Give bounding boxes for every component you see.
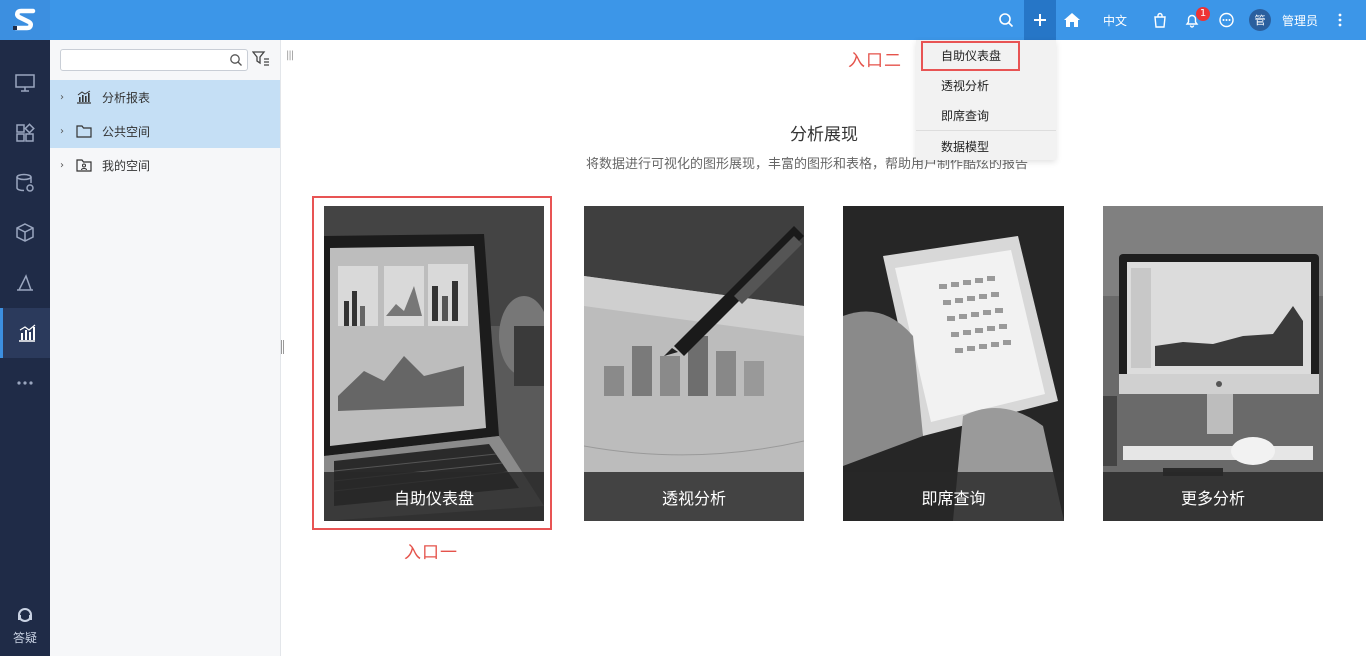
rail-database[interactable] — [0, 158, 50, 208]
language-switch[interactable]: 中文 — [1100, 0, 1130, 40]
tree-search — [60, 49, 248, 71]
help-button[interactable]: 答疑 — [0, 606, 50, 646]
rail-cube[interactable] — [0, 208, 50, 258]
resource-tree-panel: › 分析报表 › 公共空间 › 我的空间 — [50, 40, 281, 656]
card-more-analysis[interactable]: 更多分析 — [1103, 206, 1323, 521]
filter-icon — [251, 51, 269, 66]
app-logo[interactable] — [0, 0, 50, 40]
database-settings-icon — [16, 173, 34, 192]
entry-two-annotation: 入口二 — [848, 51, 902, 71]
analysis-chart-icon — [18, 324, 35, 342]
personal-folder-icon — [76, 158, 96, 172]
chart-icon — [76, 90, 96, 104]
top-search-button[interactable] — [994, 0, 1018, 40]
username-label[interactable]: 管理员 — [1280, 0, 1320, 40]
page-title: 分析展现 — [790, 125, 858, 145]
widgets-icon — [16, 123, 35, 142]
tree-node-label: 分析报表 — [102, 90, 151, 105]
create-new-button[interactable] — [1024, 0, 1056, 40]
chevron-right-icon[interactable]: › — [60, 92, 74, 103]
card-label: 即席查询 — [843, 472, 1064, 521]
tree-node-my-space[interactable]: › 我的空间 — [50, 148, 280, 182]
logo-icon — [13, 8, 36, 31]
ruler-icon — [17, 274, 33, 291]
menu-item-pivot-analysis[interactable]: 透视分析 — [916, 70, 1056, 100]
rail-monitor[interactable] — [0, 58, 50, 108]
tree-filter-button[interactable] — [251, 50, 270, 71]
folder-icon — [76, 124, 96, 138]
menu-item-data-model[interactable]: 数据模型 — [916, 131, 1056, 161]
home-icon — [1064, 13, 1080, 27]
card-pivot-analysis[interactable]: 透视分析 — [584, 206, 804, 521]
rail-tools[interactable] — [0, 258, 50, 308]
tree-node-public-space[interactable]: › 公共空间 — [50, 114, 280, 148]
top-bar: 中文 1 管 管理员 — [50, 0, 1366, 40]
more-menu-button[interactable] — [1332, 0, 1348, 40]
chat-icon — [1218, 12, 1234, 27]
left-rail: 答疑 — [0, 0, 50, 656]
rail-more[interactable] — [0, 358, 50, 408]
card-self-service-dashboard[interactable]: 自助仪表盘 — [324, 206, 544, 521]
card-label: 自助仪表盘 — [324, 472, 544, 521]
card-ad-hoc-query[interactable]: 即席查询 — [843, 206, 1064, 521]
tree-search-input[interactable] — [65, 50, 225, 70]
search-icon — [999, 13, 1014, 28]
tree-node-label: 公共空间 — [102, 124, 151, 139]
chevron-right-icon[interactable]: › — [60, 160, 74, 171]
help-label: 答疑 — [12, 631, 37, 645]
messages-button[interactable] — [1216, 0, 1236, 40]
more-dots-icon — [17, 381, 33, 385]
tree-node-label: 我的空间 — [102, 158, 151, 173]
tree-node-analysis-reports[interactable]: › 分析报表 — [50, 80, 280, 114]
cube-icon — [16, 223, 34, 242]
notification-badge: 1 — [1196, 7, 1210, 21]
monitor-icon — [15, 74, 35, 92]
user-avatar[interactable]: 管 — [1248, 0, 1272, 40]
panel-resize-handle[interactable] — [281, 340, 284, 354]
plus-icon — [1034, 14, 1046, 26]
avatar: 管 — [1249, 9, 1271, 31]
card-label: 更多分析 — [1103, 472, 1323, 521]
store-button[interactable] — [1150, 0, 1170, 40]
search-icon[interactable] — [229, 53, 243, 67]
rail-widgets[interactable] — [0, 108, 50, 158]
vertical-dots-icon — [1338, 13, 1342, 27]
headset-icon — [18, 608, 32, 622]
menu-item-ad-hoc-query[interactable]: 即席查询 — [916, 100, 1056, 130]
entry-two-highlight — [921, 41, 1020, 71]
collapse-panel-handle[interactable]: ||| — [286, 50, 294, 61]
rail-analysis[interactable] — [0, 308, 50, 358]
home-button[interactable] — [1060, 0, 1084, 40]
bag-icon — [1154, 12, 1166, 28]
entry-one-annotation: 入口一 — [404, 543, 458, 563]
chevron-right-icon[interactable]: › — [60, 126, 74, 137]
card-label: 透视分析 — [584, 472, 804, 521]
notification-button[interactable]: 1 — [1182, 0, 1210, 40]
